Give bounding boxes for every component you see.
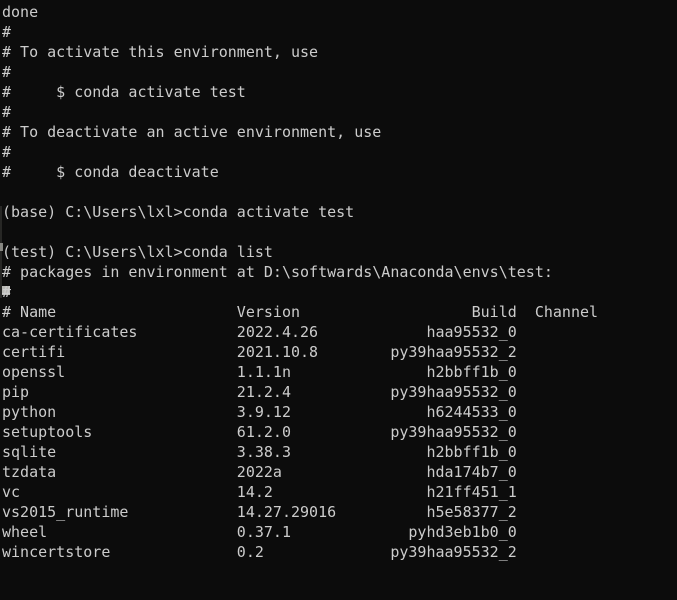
terminal-line: tzdata 2022a hda174b7_0 bbox=[2, 463, 517, 481]
terminal-line: certifi 2021.10.8 py39haa95532_2 bbox=[2, 343, 517, 361]
terminal-line: wincertstore 0.2 py39haa95532_2 bbox=[2, 543, 517, 561]
terminal-line: # packages in environment at D:\softward… bbox=[2, 263, 553, 281]
terminal-line: # bbox=[2, 63, 12, 81]
terminal-line: wheel 0.37.1 pyhd3eb1b0_0 bbox=[2, 523, 517, 541]
terminal-line: # bbox=[2, 103, 12, 121]
terminal-line: openssl 1.1.1n h2bbff1b_0 bbox=[2, 363, 517, 381]
terminal-line: done bbox=[2, 3, 39, 21]
terminal-line: setuptools 61.2.0 py39haa95532_0 bbox=[2, 423, 517, 441]
terminal-window[interactable]: done # # To activate this environment, use… bbox=[0, 0, 677, 600]
terminal-line: # To activate this environment, use bbox=[2, 43, 319, 61]
terminal-line: # To deactivate an active environment, u… bbox=[2, 123, 382, 141]
terminal-line: ca-certificates 2022.4.26 haa95532_0 bbox=[2, 323, 517, 341]
terminal-line: # $ conda deactivate bbox=[2, 163, 219, 181]
terminal-line: # Name Version Build Channel bbox=[2, 303, 599, 321]
terminal-line: python 3.9.12 h6244533_0 bbox=[2, 403, 517, 421]
terminal-line: # bbox=[2, 283, 12, 301]
terminal-line: (test) C:\Users\lxl>conda list bbox=[2, 243, 273, 261]
terminal-line: vc 14.2 h21ff451_1 bbox=[2, 483, 517, 501]
terminal-line: # bbox=[2, 23, 12, 41]
terminal-line: # $ conda activate test bbox=[2, 83, 246, 101]
terminal-line: pip 21.2.4 py39haa95532_0 bbox=[2, 383, 517, 401]
terminal-line: sqlite 3.38.3 h2bbff1b_0 bbox=[2, 443, 517, 461]
terminal-line: vs2015_runtime 14.27.29016 h5e58377_2 bbox=[2, 503, 517, 521]
terminal-line: (base) C:\Users\lxl>conda activate test bbox=[2, 203, 355, 221]
terminal-output: done # # To activate this environment, use… bbox=[2, 2, 598, 600]
terminal-line: # bbox=[2, 143, 12, 161]
